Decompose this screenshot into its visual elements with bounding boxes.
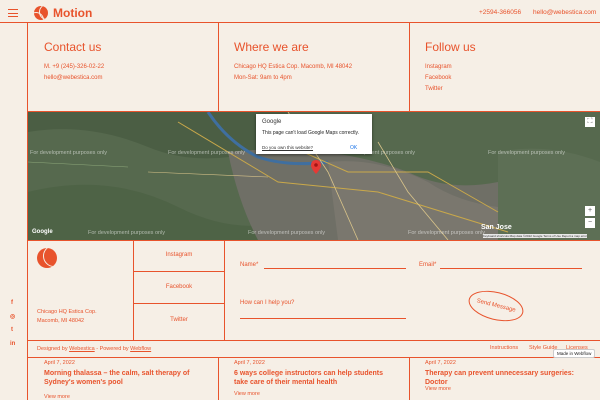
contact-phone[interactable]: M. +9 (245)-326-02-22 [44,62,104,73]
name-label: Name* [240,262,259,268]
linkedin-icon[interactable]: in [10,341,15,347]
follow-instagram[interactable]: Instagram [425,62,452,73]
blog-view-more[interactable]: View more [234,391,260,397]
dev-watermark: For development purposes only [30,150,108,156]
dialog-own-site-link[interactable]: Do you own this website? [262,145,313,150]
contact-divider-1 [218,22,219,112]
where-title: Where we are [234,40,309,54]
email-label: Email* [419,262,437,268]
footer-link-instructions[interactable]: Instructions [490,345,518,351]
blog-top-divider [27,357,600,358]
facebook-icon[interactable]: f [11,300,13,306]
fullscreen-button[interactable]: ⛶ [585,117,595,127]
send-message-button[interactable]: Send Message [465,285,527,327]
footer-address-line2: Macomb, MI 48042 [37,318,85,324]
blog-title[interactable]: 6 ways college instructors can help stud… [234,369,394,387]
blog-date: April 7, 2022 [44,360,75,366]
footer-logo-icon[interactable] [37,248,57,268]
dev-watermark: For development purposes only [248,230,326,236]
brand-logo-icon [34,6,48,20]
dialog-ok-button[interactable]: OK [350,145,357,151]
zoom-out-button[interactable]: − [585,218,595,228]
contact-email[interactable]: hello@webestica.com [44,73,102,84]
dialog-message: This page can't load Google Maps correct… [262,130,360,136]
header-phone-link[interactable]: +2594-366056 [479,9,521,16]
footer-bottom-divider [27,340,600,341]
follow-facebook[interactable]: Facebook [425,73,451,84]
social-divider-1 [133,271,224,272]
dev-watermark: For development purposes only [408,230,486,236]
menu-icon[interactable] [8,9,18,17]
header-email-link[interactable]: hello@webestica.com [533,9,596,16]
brand-name: Motion [53,6,93,20]
footer-divider-2 [224,240,225,340]
where-address: Chicago HQ Estica Cop. Macomb, MI 48042 [234,64,353,70]
dev-watermark: For development purposes only [168,150,246,156]
map-error-dialog: Google This page can't load Google Maps … [256,114,372,154]
map-attribution: Keyboard shortcuts Map data ©2022 Google… [483,234,588,238]
where-hours: Mon-Sat: 9am to 4pm [234,75,292,81]
message-label: How can I help you? [240,300,295,306]
contact-divider-2 [409,22,410,112]
message-input[interactable] [240,318,406,319]
social-divider-2 [133,303,224,304]
blog-date: April 7, 2022 [425,360,456,366]
made-in-webflow-badge[interactable]: Made in Webflow [553,349,596,358]
blog-view-more[interactable]: View more [44,394,70,400]
google-logo: Google [32,229,53,235]
powered-prefix: - Powered by [96,346,129,352]
follow-twitter[interactable]: Twitter [425,84,443,95]
email-input[interactable] [440,268,582,269]
dialog-google-label: Google [262,119,282,125]
blog-title[interactable]: Morning thalassa – the calm, salt therap… [44,369,204,387]
send-message-label: Send Message [475,298,517,314]
blog-title[interactable]: Therapy can prevent unnecessary surgerie… [425,369,590,387]
brand[interactable]: Motion [34,6,92,20]
header-divider [0,22,600,23]
designer-link[interactable]: Webestica [69,346,95,352]
credits: Designed by Webestica - Powered by Webfl… [37,346,151,352]
follow-title: Follow us [425,40,476,54]
footer-twitter-link[interactable]: Twitter [134,317,224,323]
map-bottom-divider [27,240,600,241]
instagram-icon[interactable]: ◎ [10,313,15,320]
designed-by-prefix: Designed by [37,346,68,352]
contact-title: Contact us [44,40,102,54]
blog-divider-1 [218,357,219,400]
map-city-label: San Jose [481,224,512,231]
dev-watermark: For development purposes only [488,150,566,156]
blog-view-more[interactable]: View more [425,386,451,392]
map-pin-icon[interactable] [311,160,321,174]
twitter-icon[interactable]: t [11,327,13,333]
zoom-in-button[interactable]: + [585,206,595,216]
footer-instagram-link[interactable]: Instagram [134,252,224,258]
blog-divider-2 [409,357,410,400]
name-input[interactable] [264,268,406,269]
dev-watermark: For development purposes only [88,230,166,236]
blog-date: April 7, 2022 [234,360,265,366]
footer-address-line1: Chicago HQ Estica Cop. [37,309,97,315]
webflow-link[interactable]: Webflow [130,346,151,352]
footer-facebook-link[interactable]: Facebook [134,284,224,290]
